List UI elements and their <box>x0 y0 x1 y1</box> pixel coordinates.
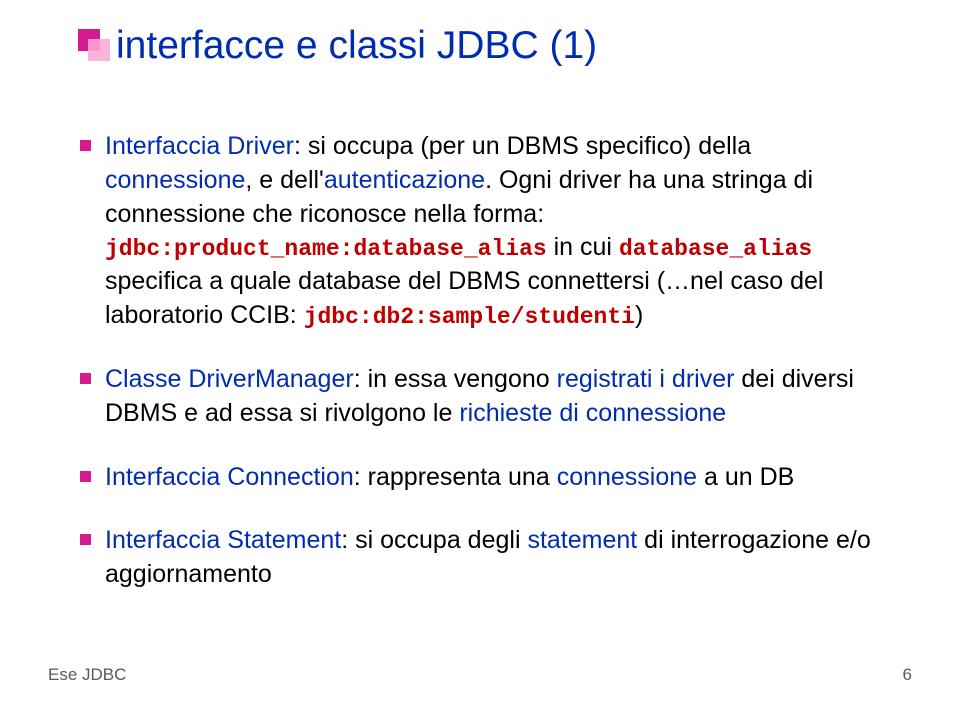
bullet-text: Interfaccia Statement: si occupa degli s… <box>105 524 890 592</box>
title-bullet-icon <box>78 29 106 63</box>
text-segment: Interfaccia Connection <box>105 463 354 491</box>
text-segment: connessione <box>105 166 245 194</box>
bullet-text: Interfaccia Driver: si occupa (per un DB… <box>105 130 890 333</box>
text-segment: autenticazione <box>324 166 485 194</box>
text-segment: ) <box>635 301 643 329</box>
text-segment: : in essa vengono <box>354 365 557 393</box>
footer-left: Ese JDBC <box>48 665 126 685</box>
slide: interfacce e classi JDBC (1) Interfaccia… <box>0 0 960 709</box>
slide-body: Interfaccia Driver: si occupa (per un DB… <box>80 130 890 622</box>
title-row: interfacce e classi JDBC (1) <box>78 24 597 68</box>
text-segment: registrati i driver <box>557 365 735 393</box>
text-segment: Interfaccia Driver <box>105 132 294 160</box>
text-segment: jdbc:db2:sample/studenti <box>304 304 635 330</box>
square-bullet-icon <box>80 373 91 384</box>
bullet-item: Classe DriverManager: in essa vengono re… <box>80 363 890 431</box>
footer: Ese JDBC 6 <box>48 665 912 685</box>
text-segment: : si occupa (per un DBMS specifico) dell… <box>294 132 751 160</box>
text-segment: in cui <box>547 233 619 261</box>
bullet-text: Classe DriverManager: in essa vengono re… <box>105 363 890 431</box>
bullet-item: Interfaccia Connection: rappresenta una … <box>80 461 890 495</box>
text-segment: connessione <box>557 463 697 491</box>
text-segment: Interfaccia Statement <box>105 526 341 554</box>
bullet-item: Interfaccia Statement: si occupa degli s… <box>80 524 890 592</box>
text-segment: richieste di connessione <box>459 399 726 427</box>
footer-page-number: 6 <box>903 665 912 685</box>
text-segment: statement <box>527 526 637 554</box>
square-bullet-icon <box>80 471 91 482</box>
text-segment: , e dell' <box>245 166 323 194</box>
square-bullet-icon <box>80 140 91 151</box>
text-segment: : rappresenta una <box>354 463 557 491</box>
bullet-item: Interfaccia Driver: si occupa (per un DB… <box>80 130 890 333</box>
square-bullet-icon <box>80 534 91 545</box>
slide-title: interfacce e classi JDBC (1) <box>116 24 597 68</box>
text-segment: Classe DriverManager <box>105 365 354 393</box>
bullet-text: Interfaccia Connection: rappresenta una … <box>105 461 794 495</box>
text-segment: database_alias <box>619 236 812 262</box>
text-segment: : si occupa degli <box>341 526 527 554</box>
text-segment: jdbc:product_name:database_alias <box>105 236 547 262</box>
text-segment: a un DB <box>697 463 794 491</box>
